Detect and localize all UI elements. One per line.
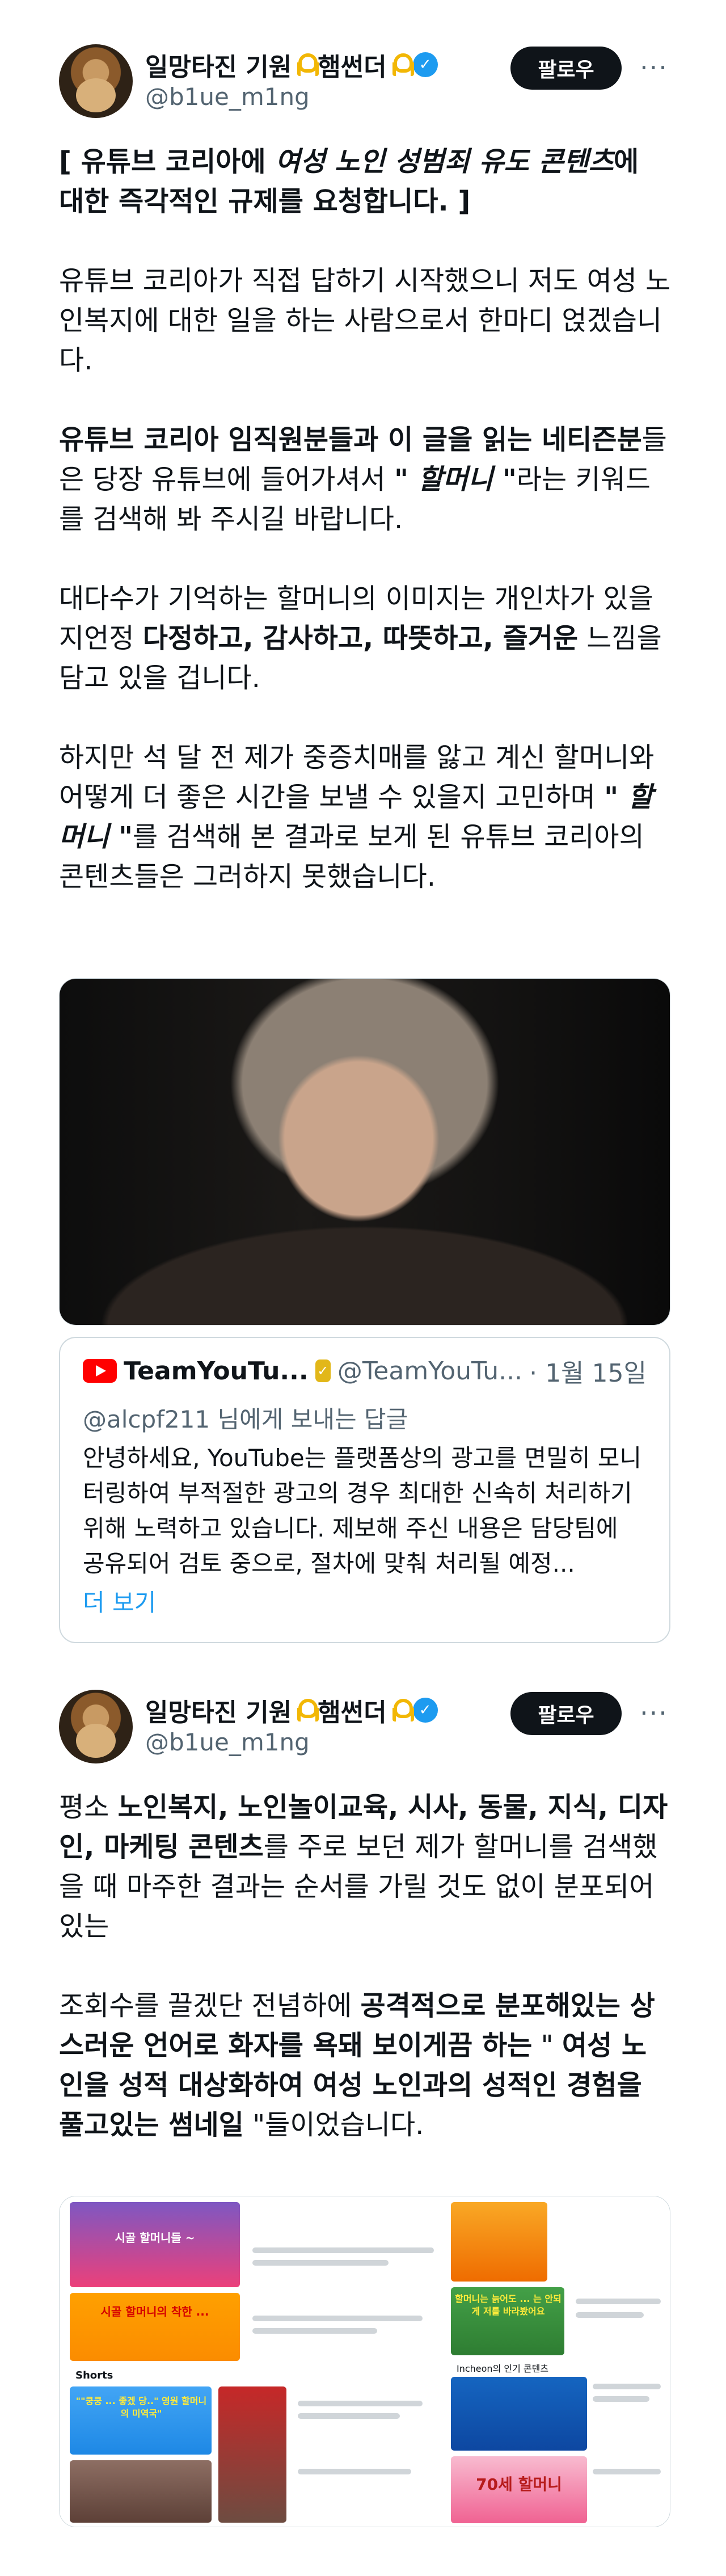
thumbnail: [451, 2202, 547, 2282]
youtube-logo-icon: [83, 1359, 117, 1383]
more-options-icon[interactable]: ···: [640, 52, 668, 83]
quote-header: TeamYouTu... ✓ @TeamYouTu... · 1월 15일: [83, 1353, 647, 1389]
result-title: [298, 2413, 400, 2419]
result-title: [593, 2384, 661, 2389]
thumbnail: [451, 2377, 587, 2451]
thumbnail-caption: 시골 할머니의 착한 ...: [100, 2305, 209, 2318]
handle[interactable]: @b1ue_m1ng: [145, 83, 310, 111]
paragraph: 유튜브 코리아 임직원분들과 이 글을 읽는 네티즌분들은 당장 유튜브에 들어…: [59, 424, 667, 535]
quote-name: TeamYouTu...: [124, 1356, 309, 1386]
quote-text: 안녕하세요, YouTube는 플랫폼상의 광고를 면밀히 모니터링하여 부적절…: [83, 1444, 642, 1577]
paragraph: 유튜브 코리아가 직접 답하기 시작했으니 저도 여성 노인복지에 대한 일을 …: [59, 265, 671, 376]
avatar[interactable]: [59, 1690, 133, 1763]
show-more-link[interactable]: 더 보기: [83, 1584, 647, 1618]
quote-date: · 1월 15일: [529, 1359, 647, 1388]
thumbnail: [218, 2386, 286, 2523]
verified-badge-icon: ✓: [412, 1698, 438, 1723]
thumbnail-caption: 70세 할머니: [476, 2475, 562, 2494]
follow-button[interactable]: 팔로우: [510, 47, 622, 90]
thumbnail: [70, 2460, 212, 2523]
result-meta: [298, 2469, 411, 2474]
reply-to: @alcpf211 님에게 보내는 답글: [83, 1405, 408, 1433]
ribbon-icon: [391, 1698, 413, 1723]
result-title: [593, 2469, 661, 2474]
thumbnail-caption: ""쿵쿵 ... 좋겠 당.." 영원 할머니의 미역국": [75, 2396, 207, 2419]
result-title: [298, 2401, 423, 2406]
avatar[interactable]: [59, 44, 133, 118]
result-meta: [252, 2316, 423, 2321]
display-name[interactable]: 일망타진 기원 햄썬더 ✓: [145, 47, 438, 83]
result-meta: [576, 2312, 644, 2318]
thumbnail-caption: 시골 할머니들 ~: [115, 2231, 195, 2245]
display-name[interactable]: 일망타진 기원 햄썬더 ✓: [145, 1692, 438, 1728]
thumbnail-caption: 할머니는 늙어도 ... 는 안되게 저를 바라봤어요: [455, 2293, 562, 2317]
post-header: 일망타진 기원 햄썬더 ✓ @b1ue_m1ng 팔로우 ···: [0, 0, 726, 118]
paragraph: 대다수가 기억하는 할머니의 이미지는 개인차가 있을지언정 다정하고, 감사하…: [59, 583, 662, 694]
post-header: 일망타진 기원 햄썬더 ✓ @b1ue_m1ng 팔로우 ···: [0, 1645, 726, 1763]
result-meta: [252, 2328, 377, 2334]
thumbnail: [70, 2293, 240, 2361]
elderly-woman-photo: [60, 979, 670, 1325]
post-2-text: 평소 노인복지, 노인놀이교육, 시사, 동물, 지식, 디자인, 마케팅 콘텐…: [59, 1787, 672, 2184]
trending-section-label: Incheon의 인기 콘텐츠: [457, 2363, 549, 2374]
post-1-text: [ 유튜브 코리아에 여성 노인 성범죄 유도 콘텐츠에 대한 즉각적인 규제를…: [59, 142, 672, 936]
ribbon-icon: [296, 1698, 318, 1723]
ribbon-icon: [296, 52, 318, 77]
shorts-label: Shorts: [75, 2369, 113, 2381]
follow-button[interactable]: 팔로우: [510, 1692, 622, 1735]
result-title: [252, 2260, 389, 2266]
quote-handle: @TeamYouTu...: [337, 1356, 523, 1386]
post-image[interactable]: [59, 978, 670, 1325]
more-options-icon[interactable]: ···: [640, 1698, 668, 1728]
paragraph: 하지만 석 달 전 제가 중증치매를 앓고 계신 할머니와 어떻게 더 좋은 시…: [59, 742, 655, 893]
post-1: 일망타진 기원 햄썬더 ✓ @b1ue_m1ng 팔로우 ···: [0, 0, 726, 118]
paragraph: 평소 노인복지, 노인놀이교육, 시사, 동물, 지식, 디자인, 마케팅 콘텐…: [59, 1791, 668, 1942]
verified-badge-icon: ✓: [412, 52, 438, 77]
quoted-tweet[interactable]: TeamYouTu... ✓ @TeamYouTu... · 1월 15일 @a…: [59, 1337, 670, 1643]
result-title: [593, 2396, 649, 2402]
post-title: [ 유튜브 코리아에 여성 노인 성범죄 유도 콘텐츠에 대한 즉각적인 규제를…: [59, 146, 639, 217]
thumbnail-grid: 시골 할머니들 ~ 시골 할머니의 착한 ... Shorts ""쿵쿵 ...…: [60, 2196, 670, 2527]
result-title: [252, 2247, 434, 2253]
handle[interactable]: @b1ue_m1ng: [145, 1728, 310, 1756]
search-results-screenshot[interactable]: 시골 할머니들 ~ 시골 할머니의 착한 ... Shorts ""쿵쿵 ...…: [59, 2196, 670, 2527]
post-2: 일망타진 기원 햄썬더 ✓ @b1ue_m1ng 팔로우 ···: [0, 1645, 726, 1763]
ribbon-icon: [391, 52, 413, 77]
gold-verified-icon: ✓: [315, 1359, 331, 1382]
paragraph: 조회수를 끌겠단 전념하에 공격적으로 분포해있는 상스러운 언어로 화자를 욕…: [59, 1990, 655, 2141]
result-title: [576, 2299, 661, 2304]
